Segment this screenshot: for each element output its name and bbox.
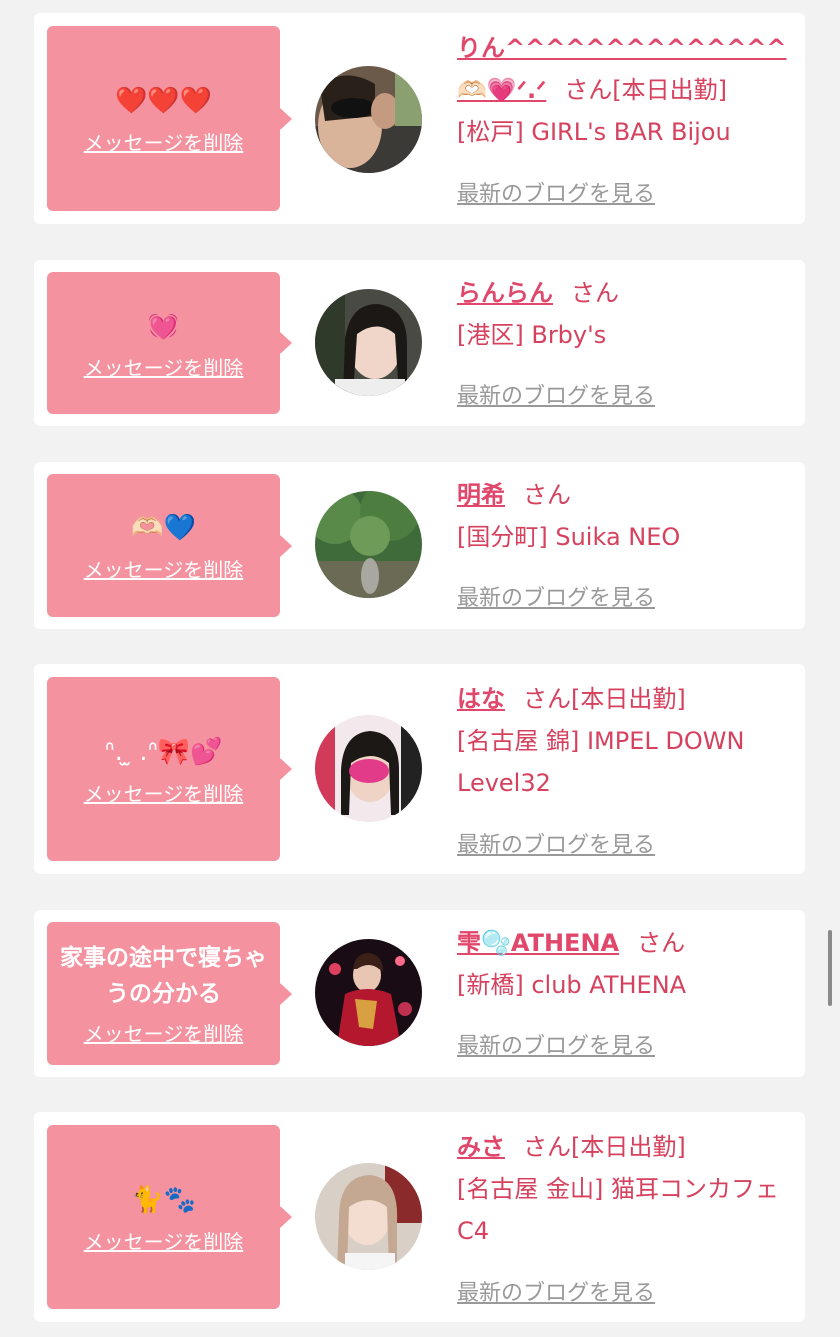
honorific: さん	[637, 929, 686, 957]
message-text: 🐈🐾	[131, 1184, 196, 1215]
honorific: さん	[523, 1133, 571, 1161]
message-bubble: 家事の途中で寝ちゃうの分かる メッセージを削除	[47, 922, 292, 1065]
scrollbar[interactable]	[828, 930, 832, 1006]
honorific: さん	[571, 279, 619, 307]
cast-name-link[interactable]: みさ	[457, 1133, 505, 1161]
today-working-tag: [本日出勤]	[571, 685, 686, 713]
avatar[interactable]	[315, 939, 422, 1046]
cast-info: 明希 さん [国分町] Suika NEO	[457, 474, 787, 558]
cast-name-link[interactable]: はな	[457, 685, 505, 713]
avatar[interactable]	[315, 491, 422, 598]
profile-card: 🐈🐾 メッセージを削除 みさ さん[本日出勤] [名古屋 金山] 猫耳コンカフェ …	[34, 1112, 805, 1322]
shop-name: [名古屋 錦] IMPEL DOWN Level32	[457, 727, 745, 797]
latest-blog-link[interactable]: 最新のブログを見る	[457, 827, 655, 859]
avatar[interactable]	[315, 715, 422, 822]
latest-blog-link[interactable]: 最新のブログを見る	[457, 1275, 655, 1307]
message-text: ❤️❤️❤️	[114, 86, 213, 116]
honorific: さん	[564, 76, 613, 104]
latest-blog-link[interactable]: 最新のブログを見る	[457, 176, 655, 208]
cast-info: はな さん[本日出勤] [名古屋 錦] IMPEL DOWN Level32	[457, 678, 787, 804]
shop-name: [新橋] club ATHENA	[457, 971, 687, 999]
today-working-tag: [本日出勤]	[612, 76, 728, 104]
latest-blog-link[interactable]: 最新のブログを見る	[457, 580, 655, 612]
latest-blog-link[interactable]: 最新のブログを見る	[457, 378, 655, 410]
honorific: さん	[523, 481, 571, 509]
cast-info: りん^^^^^^^^^^^^^^🫶🏻💗ᐟ.ᐟ さん[本日出勤] [松戸] GIRL…	[457, 27, 787, 153]
delete-message-link[interactable]: メッセージを削除	[84, 127, 244, 156]
shop-name: [国分町] Suika NEO	[457, 523, 681, 551]
message-bubble: 💓 メッセージを削除	[47, 272, 292, 414]
message-bubble: 🐈🐾 メッセージを削除	[47, 1125, 292, 1309]
avatar[interactable]	[315, 289, 422, 396]
cast-info: みさ さん[本日出勤] [名古屋 金山] 猫耳コンカフェ C4	[457, 1126, 787, 1252]
shop-name: [松戸] GIRL's BAR Bijou	[457, 118, 731, 146]
message-bubble: 🫶🏻💙 メッセージを削除	[47, 474, 292, 617]
profile-card: ❤️❤️❤️ メッセージを削除 りん^^^^^^^^^^^^^^🫶🏻💗ᐟ.ᐟ さん…	[34, 13, 805, 224]
today-working-tag: [本日出勤]	[571, 1133, 686, 1161]
delete-message-link[interactable]: メッセージを削除	[84, 1018, 244, 1047]
avatar[interactable]	[315, 1163, 422, 1270]
profile-card: ᐢ. ̫ .ᐢ🎀💕 メッセージを削除 はな さん[本日出勤] [名古屋 錦] IM…	[34, 664, 805, 874]
avatar[interactable]	[315, 66, 422, 173]
delete-message-link[interactable]: メッセージを削除	[84, 554, 244, 583]
delete-message-link[interactable]: メッセージを削除	[84, 778, 244, 807]
profile-card: 💓 メッセージを削除 らんらん さん [港区] Brby's 最新のブログを見る	[34, 260, 805, 426]
cast-name-link[interactable]: 明希	[457, 481, 505, 509]
profile-card: 🫶🏻💙 メッセージを削除 明希 さん [国分町] Suika NEO 最新のブログ…	[34, 462, 805, 629]
cast-name-link[interactable]: 雫🫧ATHENA	[457, 929, 619, 957]
message-text: ᐢ. ̫ .ᐢ🎀💕	[104, 736, 223, 767]
message-text: 🫶🏻💙	[131, 513, 196, 543]
cast-name-link[interactable]: らんらん	[457, 279, 553, 307]
cast-info: 雫🫧ATHENA さん [新橋] club ATHENA	[457, 922, 787, 1006]
profile-card: 家事の途中で寝ちゃうの分かる メッセージを削除 雫🫧ATHENA さん [新橋] …	[34, 910, 805, 1077]
shop-name: [名古屋 金山] 猫耳コンカフェ C4	[457, 1175, 779, 1245]
message-bubble: ᐢ. ̫ .ᐢ🎀💕 メッセージを削除	[47, 677, 292, 861]
honorific: さん	[523, 685, 571, 713]
message-text: 💓	[147, 310, 180, 341]
latest-blog-link[interactable]: 最新のブログを見る	[457, 1028, 655, 1060]
message-text: 家事の途中で寝ちゃうの分かる	[60, 945, 267, 1007]
shop-name: [港区] Brby's	[457, 321, 607, 349]
cast-info: らんらん さん [港区] Brby's	[457, 272, 787, 356]
message-bubble: ❤️❤️❤️ メッセージを削除	[47, 26, 292, 211]
delete-message-link[interactable]: メッセージを削除	[84, 352, 244, 381]
delete-message-link[interactable]: メッセージを削除	[84, 1226, 244, 1255]
